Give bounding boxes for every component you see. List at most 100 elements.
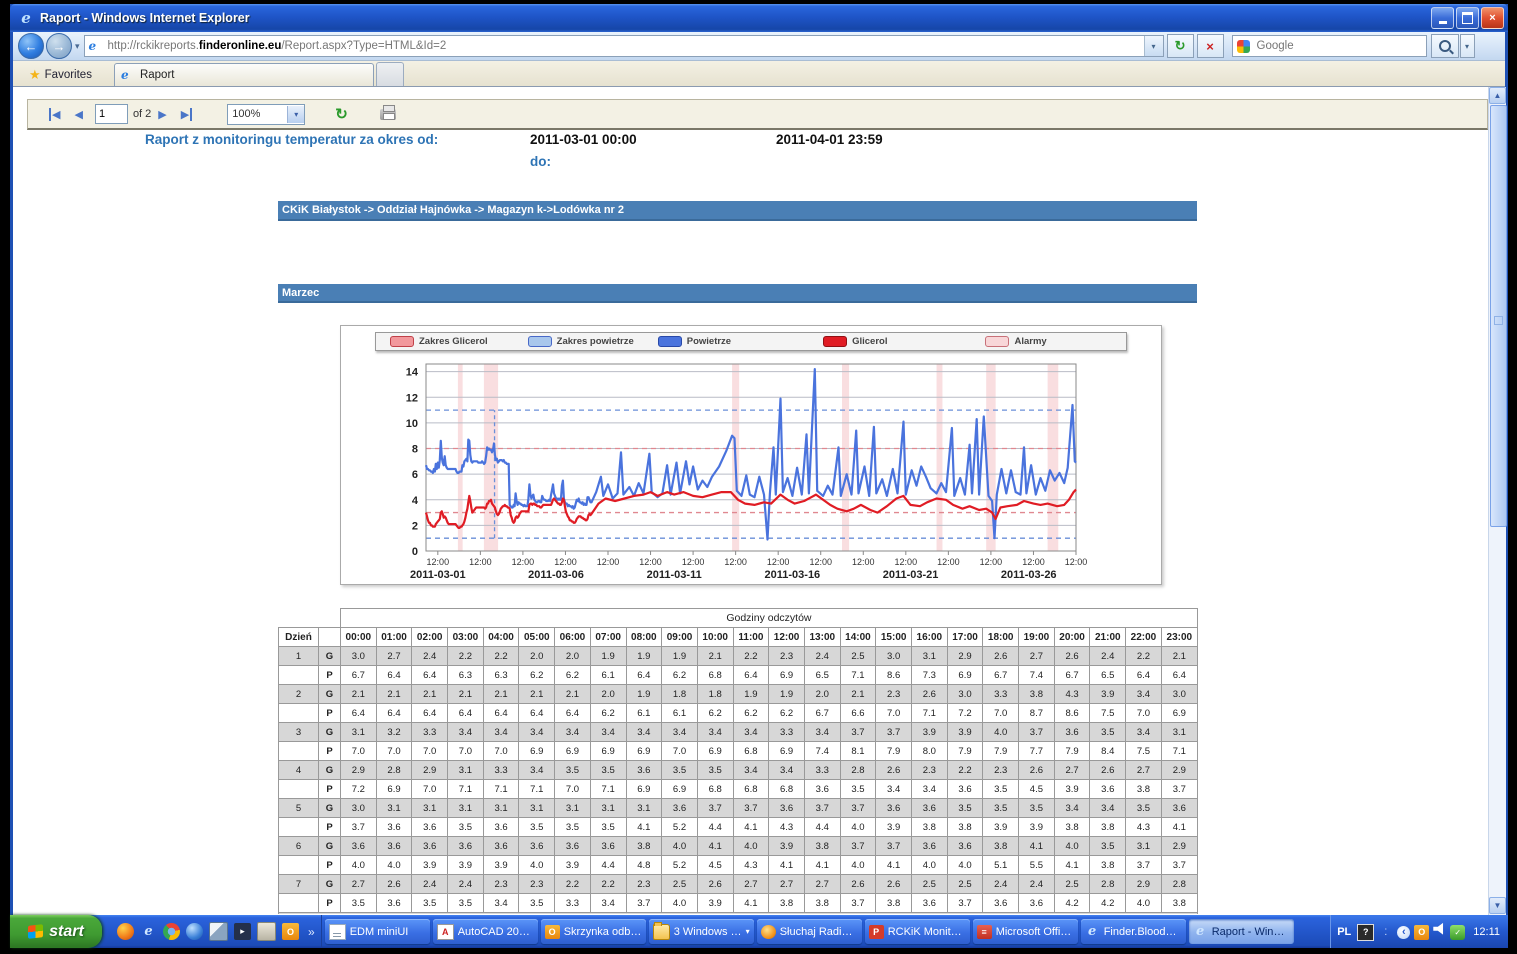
powerpoint-icon	[869, 925, 884, 939]
search-button[interactable]	[1431, 34, 1459, 58]
temp-value-cell: 7.9	[1054, 742, 1090, 761]
media-player-icon[interactable]	[234, 923, 251, 940]
volume-icon[interactable]	[1433, 922, 1446, 935]
temp-value-cell: 3.3	[983, 685, 1019, 704]
temp-value-cell: 2.4	[804, 647, 840, 666]
taskbar-button[interactable]: Skrzynka odbio...	[541, 919, 646, 944]
scrollbar-thumb[interactable]	[1490, 105, 1507, 527]
scroll-up-button[interactable]: ▲	[1489, 87, 1506, 104]
series-label-cell: P	[319, 742, 341, 761]
temp-value-cell: 3.1	[626, 799, 662, 818]
back-button[interactable]: ←	[18, 33, 44, 59]
ie-task-icon	[1193, 925, 1208, 939]
first-page-button[interactable]: ◀	[49, 108, 60, 121]
stop-button[interactable]: ×	[1197, 34, 1224, 58]
taskbar-button[interactable]: Słuchaj Radio ...	[757, 919, 862, 944]
minimize-button[interactable]	[1431, 7, 1454, 29]
refresh-button[interactable]: ↻	[1167, 34, 1194, 58]
history-dropdown-icon[interactable]: ▾	[75, 41, 80, 52]
maximize-button[interactable]	[1456, 7, 1479, 29]
previous-page-button[interactable]: ◀	[74, 108, 82, 121]
day-cell	[279, 818, 319, 837]
favorites-button[interactable]: ★ Favorites	[21, 64, 100, 86]
input-indicator-icon[interactable]	[1378, 925, 1393, 940]
x-tick-label: 12:00	[1065, 557, 1088, 567]
print-button[interactable]	[380, 109, 396, 120]
temp-value-cell: 7.0	[983, 704, 1019, 723]
day-cell	[279, 666, 319, 685]
browser-globe-icon[interactable]	[186, 923, 203, 940]
update-shield-icon[interactable]	[1450, 925, 1465, 940]
report-refresh-button[interactable]: ↻	[335, 105, 348, 123]
address-dropdown-button[interactable]: ▾	[1144, 36, 1163, 56]
scroll-down-button[interactable]: ▼	[1489, 897, 1506, 914]
temp-value-cell: 6.9	[626, 742, 662, 761]
series-label-cell: G	[319, 647, 341, 666]
zoom-select[interactable]: 100% ▾	[227, 104, 305, 125]
firefox-icon[interactable]	[117, 923, 134, 940]
temp-value-cell: 3.9	[448, 856, 484, 875]
search-box[interactable]	[1232, 35, 1427, 57]
day-cell: 3	[279, 723, 319, 742]
partial-row	[279, 913, 1198, 915]
hide-icons-chevron[interactable]	[1397, 926, 1410, 939]
ie-quick-icon[interactable]	[140, 923, 157, 940]
series-label-cell: P	[319, 856, 341, 875]
series-label-cell: G	[319, 723, 341, 742]
new-tab-stub[interactable]	[376, 62, 404, 86]
temp-value-cell: 2.0	[804, 685, 840, 704]
taskbar-button[interactable]: Microsoft Offic...	[973, 919, 1078, 944]
temp-value-cell: 4.5	[1019, 780, 1055, 799]
temp-value-cell: 3.6	[912, 799, 948, 818]
vertical-scrollbar[interactable]: ▲ ▼	[1488, 87, 1506, 915]
temp-value-cell: 3.0	[1161, 685, 1197, 704]
report-do-label: do:	[530, 154, 551, 169]
temp-value-cell: 3.7	[1161, 856, 1197, 875]
close-button[interactable]: ×	[1481, 7, 1504, 29]
x-tick-label: 12:00	[767, 557, 790, 567]
temp-value-cell: 2.8	[376, 761, 412, 780]
temp-value-cell: 4.0	[840, 856, 876, 875]
x-date-label: 2011-03-06	[528, 569, 584, 581]
page-number-input[interactable]	[95, 104, 128, 124]
title-bar[interactable]: Raport - Windows Internet Explorer ×	[10, 4, 1508, 32]
last-page-button[interactable]: ▶	[181, 108, 192, 121]
forward-button[interactable]: →	[46, 33, 72, 59]
quick-launch-overflow-chevron[interactable]: »	[308, 925, 315, 939]
start-button[interactable]: start	[10, 915, 102, 948]
help-icon[interactable]	[1357, 924, 1374, 941]
taskbar-button[interactable]: 3 Windows E...▾	[649, 919, 754, 944]
temp-value-cell: 3.7	[1161, 780, 1197, 799]
temp-value-cell: 2.9	[1126, 875, 1162, 894]
taskbar-button[interactable]: Raport - Windo...	[1189, 919, 1294, 944]
language-indicator[interactable]: PL	[1337, 926, 1351, 938]
temp-value-cell: 3.6	[519, 837, 555, 856]
chrome-icon[interactable]	[163, 923, 180, 940]
x-tick-label: 12:00	[980, 557, 1003, 567]
printer-quick-icon[interactable]	[257, 922, 276, 941]
outlook-tray-icon[interactable]	[1414, 925, 1429, 940]
temp-value-cell: 3.5	[1090, 837, 1126, 856]
tab-raport[interactable]: Raport	[114, 63, 374, 86]
temp-value-cell: 4.2	[1054, 894, 1090, 913]
x-date-label: 2011-03-11	[647, 569, 702, 581]
next-page-button[interactable]: ▶	[158, 108, 166, 121]
temp-value-cell: 6.4	[341, 704, 377, 723]
series-label-cell: P	[319, 666, 341, 685]
taskbar-button[interactable]: RCKiK Monitori...	[865, 919, 970, 944]
google-logo-icon	[1237, 40, 1250, 53]
taskbar-button[interactable]: EDM miniUI	[325, 919, 430, 944]
search-input[interactable]	[1255, 39, 1426, 53]
taskbar-button[interactable]: Finder.BloodDo...	[1081, 919, 1186, 944]
address-field[interactable]: http://rckikreports.finderonline.eu/Repo…	[84, 35, 1164, 57]
temp-value-cell: 3.6	[769, 799, 805, 818]
legend-label: Glicerol	[852, 336, 887, 347]
taskbar-button[interactable]: AutoCAD 2005...	[433, 919, 538, 944]
show-desktop-icon[interactable]	[209, 922, 228, 941]
outlook-icon[interactable]	[282, 923, 299, 940]
search-options-dropdown[interactable]: ▾	[1460, 34, 1475, 58]
temp-value-cell: 3.1	[448, 799, 484, 818]
temp-value-cell: 3.4	[1126, 723, 1162, 742]
hour-header: 19:00	[1019, 628, 1055, 647]
clock: 12:11	[1473, 926, 1500, 938]
